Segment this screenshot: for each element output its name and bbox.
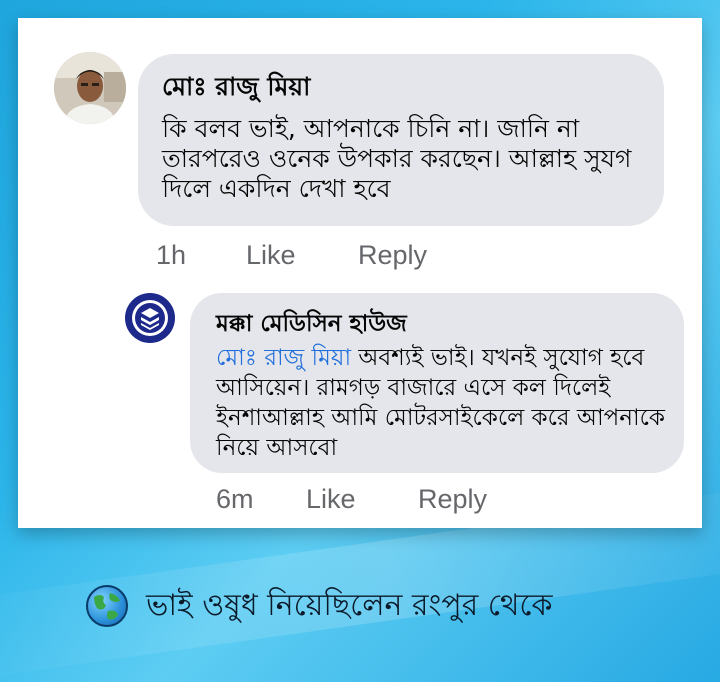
user-photo-icon <box>54 52 126 124</box>
like-button[interactable]: Like <box>246 240 358 271</box>
reply-reply-button[interactable]: Reply <box>418 484 487 515</box>
caption-text: ভাই ওষুধ নিয়েছিলেন রংপুর থেকে <box>146 587 553 623</box>
reply-text-block: মোঃ রাজু মিয়া অবশ্যই ভাই। যখনই সুযোগ হব… <box>216 343 671 463</box>
globe-icon <box>86 585 128 627</box>
comment-timestamp[interactable]: 1h <box>156 240 246 271</box>
mention-link[interactable]: মোঃ রাজু মিয়া <box>216 345 351 371</box>
comment-author[interactable]: মোঃ রাজু মিয়া <box>162 72 310 102</box>
reply-actions: 6m Like Reply <box>216 484 487 515</box>
reply-bubble: মক্কা মেডিসিন হাউজ মোঃ রাজু মিয়া অবশ্যই… <box>190 293 684 473</box>
comment-text: কি বলব ভাই, আপনাকে চিনি না। জানি না তারপ… <box>162 114 632 203</box>
reply-button[interactable]: Reply <box>358 240 427 271</box>
caption: ভাই ওষুধ নিয়েছিলেন রংপুর থেকে <box>86 582 552 630</box>
avatar[interactable] <box>54 52 126 124</box>
comment-bubble: মোঃ রাজু মিয়া কি বলব ভাই, আপনাকে চিনি ন… <box>138 54 664 226</box>
reply-like-button[interactable]: Like <box>306 484 418 515</box>
layers-logo-icon <box>126 294 174 342</box>
reply-timestamp[interactable]: 6m <box>216 484 306 515</box>
comment-actions: 1h Like Reply <box>156 240 427 271</box>
reply-author[interactable]: মক্কা মেডিসিন হাউজ <box>216 309 407 339</box>
page-avatar[interactable] <box>126 294 174 342</box>
comment-card: মোঃ রাজু মিয়া কি বলব ভাই, আপনাকে চিনি ন… <box>18 18 702 528</box>
